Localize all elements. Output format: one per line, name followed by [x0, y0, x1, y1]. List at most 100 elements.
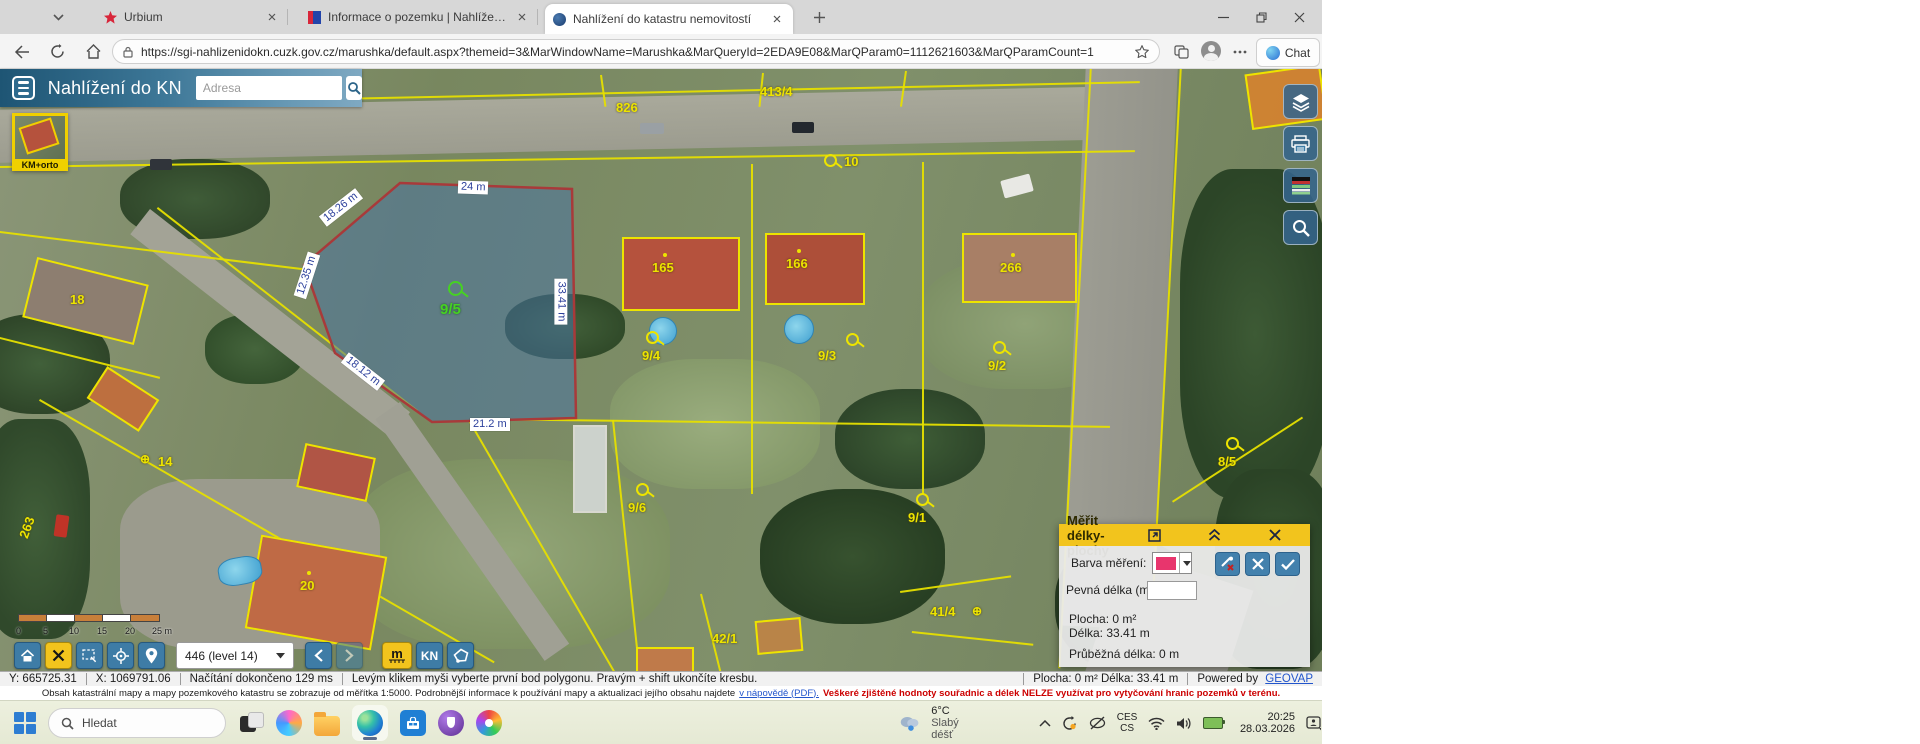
ruler-icon	[389, 659, 405, 663]
parcel-label: 413/4	[760, 85, 793, 98]
clock-widget[interactable]: 20:25 28.03.2026	[1240, 711, 1295, 735]
tray-expand-icon[interactable]	[1039, 720, 1051, 727]
marker-button[interactable]	[138, 642, 165, 669]
copilot-icon[interactable]	[276, 710, 302, 736]
sync-tray-icon[interactable]	[1062, 716, 1078, 731]
overview-label: KM+orto	[12, 159, 68, 171]
battery-icon[interactable]	[1203, 717, 1223, 729]
bookmark-star-icon[interactable]	[1135, 45, 1149, 58]
collapse-icon[interactable]	[1187, 527, 1242, 543]
file-explorer-icon[interactable]	[314, 716, 340, 736]
settings-dots-icon[interactable]	[1230, 42, 1249, 61]
refresh-icon[interactable]	[48, 42, 67, 61]
tab-close-icon[interactable]	[514, 9, 530, 25]
home-extent-button[interactable]	[14, 642, 41, 669]
url-text: https://sgi-nahlizenidokn.cuzk.gov.cz/ma…	[141, 45, 1127, 59]
vehicle	[150, 159, 172, 170]
draw-polygon-button[interactable]	[447, 642, 474, 669]
tab-title: Urbium	[124, 10, 257, 24]
restore-button[interactable]	[1246, 6, 1276, 28]
zoom-level-select[interactable]: 446 (level 14)	[176, 642, 294, 669]
security-app-icon[interactable]	[438, 710, 464, 736]
close-dialog-icon[interactable]	[1247, 527, 1302, 543]
address-bar[interactable]: https://sgi-nahlizenidokn.cuzk.gov.cz/ma…	[112, 39, 1160, 64]
locate-button[interactable]	[107, 642, 134, 669]
paint-app-icon[interactable]	[476, 710, 502, 736]
parcel-symbol-icon	[636, 483, 649, 496]
tab-close-icon[interactable]	[769, 11, 785, 27]
cancel-tool-button[interactable]	[45, 642, 72, 669]
measure-dialog-titlebar[interactable]: Měřit délky-plochy	[1059, 524, 1310, 546]
taskbar-search[interactable]: Hledat	[48, 708, 226, 738]
map-canvas[interactable]: 24 m 18.26 m 12.35 m 18.12 m 21.2 m 33.4…	[0, 69, 1322, 671]
help-pdf-link[interactable]: v nápovědě (PDF).	[739, 688, 819, 699]
scalebar-segment	[18, 614, 47, 622]
building	[755, 617, 804, 655]
tab-informace-o-pozemku[interactable]: Informace o pozemku | Nahlížení d	[300, 0, 538, 34]
new-tab-button[interactable]	[808, 8, 830, 27]
print-button[interactable]	[1283, 126, 1318, 161]
search-button[interactable]	[346, 76, 362, 100]
search-icon	[61, 717, 74, 730]
back-icon[interactable]	[12, 42, 31, 61]
minimize-button[interactable]	[1208, 6, 1238, 28]
parcel-symbol-icon	[824, 154, 837, 167]
tab-urbium[interactable]: Urbium	[96, 0, 288, 34]
measure-color-picker[interactable]	[1152, 552, 1192, 574]
address-search-input[interactable]	[196, 76, 342, 100]
measurement-label: 24 m	[458, 180, 489, 194]
microsoft-store-icon[interactable]	[400, 710, 426, 736]
tab-close-icon[interactable]	[264, 9, 280, 25]
volume-icon[interactable]	[1176, 717, 1192, 730]
x-icon	[52, 649, 65, 662]
home-icon[interactable]	[84, 42, 103, 61]
kn-info-button[interactable]: KN	[416, 642, 443, 669]
selected-parcel-symbol-icon	[448, 281, 463, 296]
legend-table-button[interactable]	[1283, 168, 1318, 203]
vehicle	[1000, 173, 1034, 198]
confirm-measurement-button[interactable]	[1275, 552, 1300, 576]
layers-button[interactable]	[1283, 84, 1318, 119]
fixed-length-input[interactable]	[1147, 581, 1197, 600]
running-length-value: Průběžná délka: 0 m	[1069, 647, 1179, 661]
parcel-label: 9/4	[642, 349, 660, 362]
notification-icon[interactable]	[1306, 716, 1322, 731]
weather-icon[interactable]	[898, 714, 920, 732]
parcel-symbol-icon	[993, 341, 1006, 354]
close-button[interactable]	[1284, 6, 1314, 28]
search-icon	[347, 81, 361, 95]
select-rectangle-icon	[82, 649, 98, 663]
menu-button[interactable]	[12, 76, 35, 100]
popout-icon[interactable]	[1127, 527, 1182, 543]
map-search-button[interactable]	[1283, 210, 1318, 245]
weather-widget[interactable]: 6°C Slabý déšť	[931, 705, 980, 741]
favorites-bar-icon[interactable]	[1172, 42, 1191, 61]
measurement-label: 21.2 m	[470, 418, 510, 431]
area-value: Plocha: 0 m²	[1069, 612, 1136, 626]
hidden-eye-tray-icon[interactable]	[1089, 716, 1106, 730]
measure-summary: Plocha: 0 m² Délka: 33.41 m	[1023, 673, 1187, 685]
measure-tool-button[interactable]: m	[382, 642, 412, 669]
profile-avatar[interactable]	[1200, 40, 1222, 62]
boundary-marker-icon: ⊕	[140, 452, 150, 466]
wifi-icon[interactable]	[1148, 717, 1165, 730]
tab-nahlizeni-do-kn[interactable]: Nahlížení do katastru nemovitostí	[545, 4, 793, 34]
language-switcher[interactable]: CES CS	[1117, 712, 1138, 734]
zoom-rectangle-button[interactable]	[76, 642, 103, 669]
task-view-icon[interactable]	[238, 710, 264, 736]
chevron-down-icon	[1183, 561, 1191, 566]
length-value: Délka: 33.41 m	[1069, 626, 1150, 640]
scalebar-tick: 5	[43, 626, 48, 636]
geovap-link[interactable]: GEOVAP	[1265, 673, 1313, 685]
history-forward-button[interactable]	[336, 642, 363, 669]
edge-browser-icon[interactable]	[352, 705, 388, 741]
history-back-button[interactable]	[305, 642, 332, 669]
scalebar-segment	[46, 614, 75, 622]
clear-measurement-button[interactable]	[1215, 552, 1240, 576]
chat-button[interactable]: Chat	[1256, 38, 1320, 67]
overview-map-thumbnail[interactable]: KM+orto	[12, 113, 68, 171]
start-button[interactable]	[14, 712, 36, 734]
cancel-measurement-button[interactable]	[1245, 552, 1270, 576]
tab-search-chevron-icon[interactable]	[46, 8, 70, 27]
tool-hint: Levým klikem myši vyberte první bod poly…	[343, 673, 767, 685]
